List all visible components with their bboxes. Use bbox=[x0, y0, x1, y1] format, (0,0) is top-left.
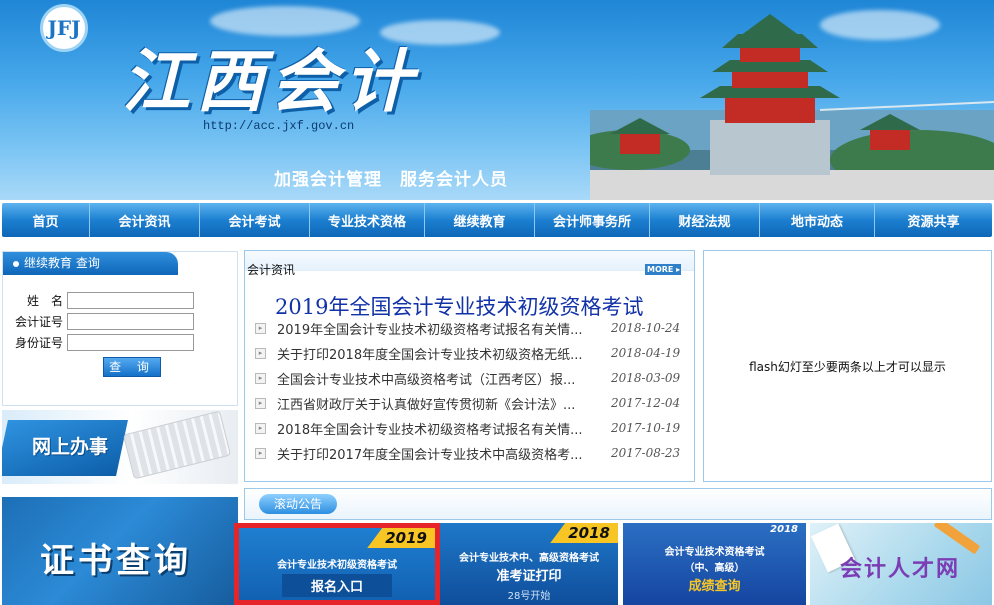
news-item[interactable]: ▸ 关于打印2017年度全国会计专业技术中高级资格考... 2017-08-23 bbox=[255, 443, 685, 463]
main-nav: 首页 会计资讯 会计考试 专业技术资格 继续教育 会计师事务所 财经法规 地市动… bbox=[2, 203, 992, 237]
news-item-date: 2017-10-19 bbox=[611, 421, 681, 435]
news-item-date: 2017-12-04 bbox=[611, 396, 681, 410]
name-input[interactable] bbox=[67, 292, 194, 309]
news-item-title[interactable]: 2019年全国会计专业技术初级资格考试报名有关情... bbox=[277, 319, 599, 338]
year-badge: 2019 bbox=[367, 528, 435, 548]
news-item-title[interactable]: 全国会计专业技术中高级资格考试（江西考区）报... bbox=[277, 369, 599, 388]
more-button[interactable]: MORE ▸ bbox=[645, 264, 681, 275]
name-row: 姓 名 bbox=[11, 292, 194, 309]
scrolling-notice-bar: 滚动公告 bbox=[244, 488, 992, 520]
nav-item-finance-regulations[interactable]: 财经法规 bbox=[650, 203, 760, 237]
online-services-label: 网上办事 bbox=[32, 436, 109, 458]
news-item[interactable]: ▸ 全国会计专业技术中高级资格考试（江西考区）报... 2018-03-09 bbox=[255, 368, 685, 388]
nav-item-continuing-education[interactable]: 继续教育 bbox=[425, 203, 535, 237]
site-title: 江西会计 bbox=[122, 42, 419, 122]
arrow-right-icon: ▸ bbox=[255, 347, 266, 359]
arrow-right-icon: ▸ bbox=[255, 322, 266, 334]
banner-title: 成绩查询 bbox=[688, 579, 741, 594]
nav-item-accounting-news[interactable]: 会计资讯 bbox=[90, 203, 200, 237]
banner-subtitle: 会计专业技术初级资格考试 bbox=[277, 560, 397, 571]
arrow-right-icon: ▸ bbox=[255, 372, 266, 384]
news-item-title[interactable]: 关于打印2017年度全国会计专业技术中高级资格考... bbox=[277, 444, 599, 463]
junior-exam-registration-banner[interactable]: 2019 会计专业技术初级资格考试 报名入口 bbox=[234, 523, 440, 605]
nav-item-accounting-firms[interactable]: 会计师事务所 bbox=[535, 203, 650, 237]
nav-item-resource-sharing[interactable]: 资源共享 bbox=[875, 203, 992, 237]
pencil-image bbox=[933, 523, 981, 555]
news-item[interactable]: ▸ 江西省财政厅关于认真做好宣传贯彻新《会计法》... 2017-12-04 bbox=[255, 393, 685, 413]
accounting-news-panel: 会计资讯 MORE ▸ 2019年全国会计专业技术初级资格考试 ▸ 2019年全… bbox=[244, 250, 695, 482]
news-headline[interactable]: 2019年全国会计专业技术初级资格考试 bbox=[275, 291, 643, 321]
news-item-title[interactable]: 关于打印2018年度全国会计专业技术初级资格无纸... bbox=[277, 344, 599, 363]
certificate-number-label: 会计证号 bbox=[14, 315, 63, 329]
banner-subtitle-2: （中、高级） bbox=[684, 563, 745, 574]
flash-slideshow-placeholder: flash幻灯至少要两条以上才可以显示 bbox=[703, 250, 992, 482]
arrow-right-icon: ▸ bbox=[255, 447, 266, 459]
keyboard-image bbox=[122, 410, 232, 480]
news-item-date: 2017-08-23 bbox=[611, 446, 681, 460]
bullet-icon bbox=[13, 260, 19, 267]
site-header: JFJ 江西会计 http://acc.jxf.gov.cn 加强会计管理 服务… bbox=[0, 0, 994, 200]
arrow-right-icon: ▸ bbox=[255, 422, 266, 434]
banner-note: 28号开始 bbox=[507, 591, 551, 602]
nav-item-accounting-exam[interactable]: 会计考试 bbox=[200, 203, 310, 237]
online-services-banner[interactable]: 网上办事 bbox=[2, 410, 238, 484]
scrolling-notice-tab[interactable]: 滚动公告 bbox=[259, 494, 337, 514]
id-number-row: 身份证号 bbox=[11, 334, 194, 351]
news-item[interactable]: ▸ 2019年全国会计专业技术初级资格考试报名有关情... 2018-10-24 bbox=[255, 318, 685, 338]
name-label: 姓 名 bbox=[26, 294, 63, 308]
flash-placeholder-text: flash幻灯至少要两条以上才可以显示 bbox=[749, 359, 946, 374]
site-url: http://acc.jxf.gov.cn bbox=[203, 119, 355, 133]
logo-text: JFJ bbox=[47, 16, 81, 40]
nav-item-city-news[interactable]: 地市动态 bbox=[760, 203, 875, 237]
pavilion-illustration bbox=[590, 14, 994, 200]
banner-subtitle: 会计专业技术资格考试 bbox=[664, 547, 765, 558]
news-panel-title: 会计资讯 bbox=[247, 263, 296, 277]
accounting-talent-network-banner[interactable]: 会计人才网 bbox=[810, 523, 992, 605]
banner-subtitle: 会计专业技术中、高级资格考试 bbox=[459, 553, 599, 564]
query-panel-header: 继续教育 查询 bbox=[3, 252, 178, 275]
nav-item-home[interactable]: 首页 bbox=[2, 203, 90, 237]
banner-title: 准考证打印 bbox=[496, 569, 562, 584]
news-item[interactable]: ▸ 关于打印2018年度全国会计专业技术初级资格无纸... 2018-04-19 bbox=[255, 343, 685, 363]
score-query-banner[interactable]: 2018 会计专业技术资格考试 （中、高级） 成绩查询 bbox=[623, 523, 806, 605]
year-badge: 2018 bbox=[770, 524, 798, 535]
certificate-query-label: 证书查询 bbox=[40, 541, 192, 581]
nav-item-professional-qualification[interactable]: 专业技术资格 bbox=[310, 203, 425, 237]
query-submit-button[interactable]: 查 询 bbox=[103, 357, 161, 377]
year-badge: 2018 bbox=[550, 523, 618, 543]
news-item-date: 2018-04-19 bbox=[611, 346, 681, 360]
banner-title: 报名入口 bbox=[282, 574, 392, 597]
news-item[interactable]: ▸ 2018年全国会计专业技术初级资格考试报名有关情... 2017-10-19 bbox=[255, 418, 685, 438]
news-item-date: 2018-10-24 bbox=[611, 321, 681, 335]
news-panel-header bbox=[245, 251, 694, 271]
id-number-label: 身份证号 bbox=[14, 336, 63, 350]
arrow-right-icon: ▸ bbox=[255, 397, 266, 409]
site-slogan: 加强会计管理 服务会计人员 bbox=[274, 170, 508, 190]
certificate-number-input[interactable] bbox=[67, 313, 194, 330]
certificate-number-row: 会计证号 bbox=[11, 313, 194, 330]
site-logo[interactable]: JFJ bbox=[40, 4, 88, 52]
news-item-title[interactable]: 江西省财政厅关于认真做好宣传贯彻新《会计法》... bbox=[277, 394, 599, 413]
query-panel-title: 继续教育 查询 bbox=[24, 256, 100, 270]
id-number-input[interactable] bbox=[67, 334, 194, 351]
admission-ticket-print-banner[interactable]: 2018 会计专业技术中、高级资格考试 准考证打印 28号开始 bbox=[440, 523, 618, 605]
continuing-education-query-panel: 继续教育 查询 姓 名 会计证号 身份证号 查 询 bbox=[2, 251, 238, 406]
news-item-date: 2018-03-09 bbox=[611, 371, 681, 385]
banner-title: 会计人才网 bbox=[840, 556, 961, 582]
news-item-title[interactable]: 2018年全国会计专业技术初级资格考试报名有关情... bbox=[277, 419, 599, 438]
certificate-query-banner[interactable]: 证书查询 bbox=[2, 497, 238, 605]
